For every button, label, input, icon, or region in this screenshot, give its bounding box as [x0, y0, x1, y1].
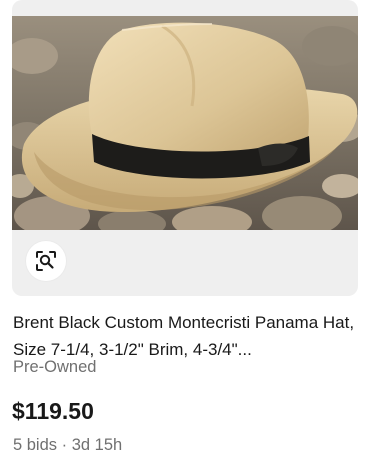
time-left: 3d 15h	[71, 436, 123, 454]
listing-image-panel[interactable]	[12, 0, 358, 296]
listing-card[interactable]: Brent Black Custom Montecristi Panama Ha…	[0, 0, 371, 460]
item-condition: Pre-Owned	[13, 358, 97, 376]
visual-search-button[interactable]	[26, 241, 66, 281]
image-search-icon	[36, 251, 56, 271]
item-price: $119.50	[12, 398, 94, 424]
bid-count: 5 bids	[13, 436, 58, 454]
auction-meta: 5 bids · 3d 15h	[13, 434, 122, 456]
listing-photo[interactable]	[12, 16, 358, 230]
listing-title[interactable]: Brent Black Custom Montecristi Panama Ha…	[13, 309, 363, 363]
meta-separator: ·	[61, 436, 68, 454]
